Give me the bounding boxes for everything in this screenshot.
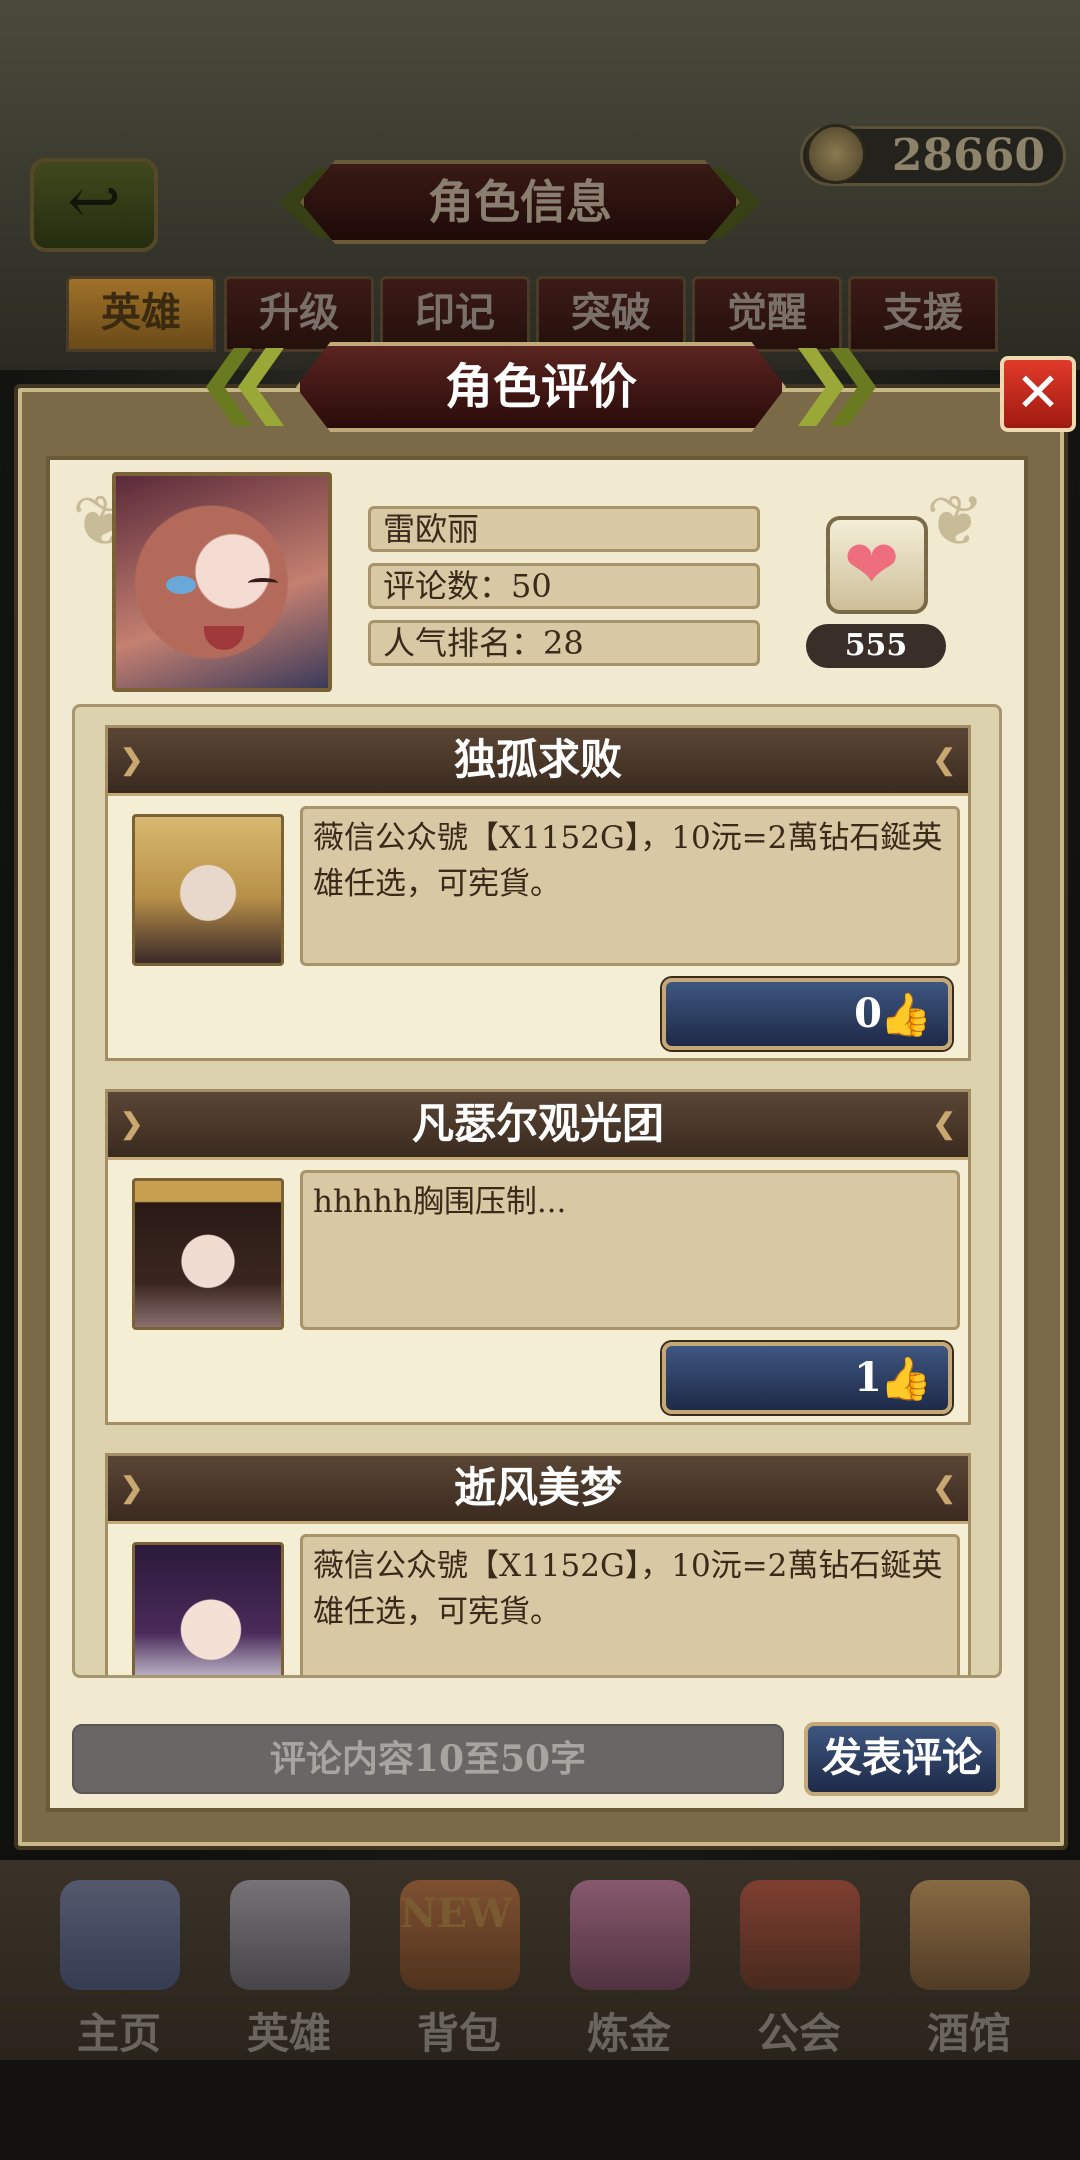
- beer-mug-icon: [910, 1880, 1030, 1990]
- header-ornament-icon: ❮: [932, 1107, 956, 1140]
- helmet-icon: [230, 1880, 350, 1990]
- comment-author: ❯ 逝风美梦 ❮: [108, 1456, 968, 1524]
- comment-like-count: 1: [854, 1354, 882, 1401]
- heart-icon: ❤: [844, 526, 900, 603]
- tab-breakthrough[interactable]: 突破: [536, 276, 686, 352]
- portrait-mouth: [204, 626, 244, 650]
- nav-tavern-label: 酒馆: [926, 2009, 1011, 2058]
- comment-like-count: 0: [854, 990, 882, 1037]
- bottom-nav: 主页 英雄 背包 炼金 公会 酒馆: [0, 1860, 1080, 2060]
- comments-list[interactable]: ❯ 独孤求败 ❮ 薇信公众號【X1152G】，10沅=2萬钻石鋋英雄任选，可宪貨…: [72, 704, 1002, 1678]
- close-icon: ✕: [1015, 361, 1061, 424]
- hero-name: 雷欧丽: [368, 506, 760, 552]
- comment-author-name: 独孤求败: [453, 735, 622, 784]
- corner-ornament-right: ❦: [926, 480, 985, 562]
- portrait-eye: [166, 576, 196, 594]
- currency-amount: 28660: [891, 130, 1045, 181]
- back-arrow-icon: ↩: [67, 165, 121, 239]
- portrait-eye-wink: [248, 578, 278, 588]
- comment-text: 薇信公众號【X1152G】，10沅=2萬钻石鋋英雄任选，可宪貨。: [300, 1534, 960, 1675]
- hero-like-count: 555: [806, 624, 946, 668]
- tab-awaken[interactable]: 觉醒: [692, 276, 842, 352]
- hero-comment-count: 评论数：50: [368, 563, 760, 609]
- comment-author-name: 逝风美梦: [453, 1463, 622, 1512]
- nav-heroes-label: 英雄: [246, 2009, 331, 2058]
- header-ornament-icon: ❯: [120, 743, 144, 776]
- close-button[interactable]: ✕: [1000, 356, 1076, 432]
- header-ornament-icon: ❮: [932, 743, 956, 776]
- tab-mark[interactable]: 印记: [380, 276, 530, 352]
- bottom-strip: [0, 2060, 1080, 2160]
- like-hero-button[interactable]: ❤: [826, 516, 928, 614]
- thumbs-up-icon: 👍: [879, 990, 932, 1039]
- nav-bag-label: 背包: [416, 2009, 501, 2058]
- comment-card: ❯ 独孤求败 ❮ 薇信公众號【X1152G】，10沅=2萬钻石鋋英雄任选，可宪貨…: [105, 725, 971, 1061]
- coin-icon: [806, 124, 866, 184]
- comment-card: ❯ 凡瑟尔观光团 ❮ hhhhh胸围压制... 1 👍: [105, 1089, 971, 1425]
- comment-input[interactable]: 评论内容10至50字: [72, 1724, 784, 1794]
- back-button[interactable]: ↩: [30, 158, 158, 252]
- comment-text: hhhhh胸围压制...: [300, 1170, 960, 1330]
- nav-alchemy[interactable]: 炼金: [544, 1860, 714, 2060]
- castle-icon: [60, 1880, 180, 1990]
- nav-alchemy-label: 炼金: [586, 2009, 671, 2058]
- commenter-avatar: [132, 814, 284, 966]
- comment-author: ❯ 独孤求败 ❮: [108, 728, 968, 796]
- header-ornament-icon: ❯: [120, 1471, 144, 1504]
- comment-text: 薇信公众號【X1152G】，10沅=2萬钻石鋋英雄任选，可宪貨。: [300, 806, 960, 966]
- new-badge: NEW: [400, 1890, 512, 1937]
- comment-like-button[interactable]: 1 👍: [662, 1342, 952, 1414]
- hero-popularity-rank: 人气排名：28: [368, 620, 760, 666]
- post-comment-button[interactable]: 发表评论: [804, 1722, 1000, 1796]
- hero-portrait: [112, 472, 332, 692]
- nav-heroes[interactable]: 英雄: [204, 1860, 374, 2060]
- comment-card: ❯ 逝风美梦 ❮ 薇信公众號【X1152G】，10沅=2萬钻石鋋英雄任选，可宪貨…: [105, 1453, 971, 1675]
- tab-hero[interactable]: 英雄: [66, 276, 216, 352]
- shield-icon: [740, 1880, 860, 1990]
- thumbs-up-icon: 👍: [879, 1354, 932, 1403]
- nav-home[interactable]: 主页: [34, 1860, 204, 2060]
- modal-title: 角色评价: [296, 342, 786, 432]
- header-ornament-icon: ❯: [120, 1107, 144, 1140]
- page-title: 角色信息: [300, 160, 740, 244]
- nav-guild[interactable]: 公会: [714, 1860, 884, 2060]
- nav-tavern[interactable]: 酒馆: [884, 1860, 1054, 2060]
- commenter-avatar: [132, 1178, 284, 1330]
- commenter-avatar: [132, 1542, 284, 1675]
- tab-support[interactable]: 支援: [848, 276, 998, 352]
- nav-guild-label: 公会: [756, 2009, 841, 2058]
- tab-upgrade[interactable]: 升级: [224, 276, 374, 352]
- comment-author-name: 凡瑟尔观光团: [411, 1099, 664, 1148]
- comment-like-button[interactable]: 0 👍: [662, 978, 952, 1050]
- header-ornament-icon: ❮: [932, 1471, 956, 1504]
- comment-author: ❯ 凡瑟尔观光团 ❮: [108, 1092, 968, 1160]
- potion-icon: [570, 1880, 690, 1990]
- nav-home-label: 主页: [76, 2009, 161, 2058]
